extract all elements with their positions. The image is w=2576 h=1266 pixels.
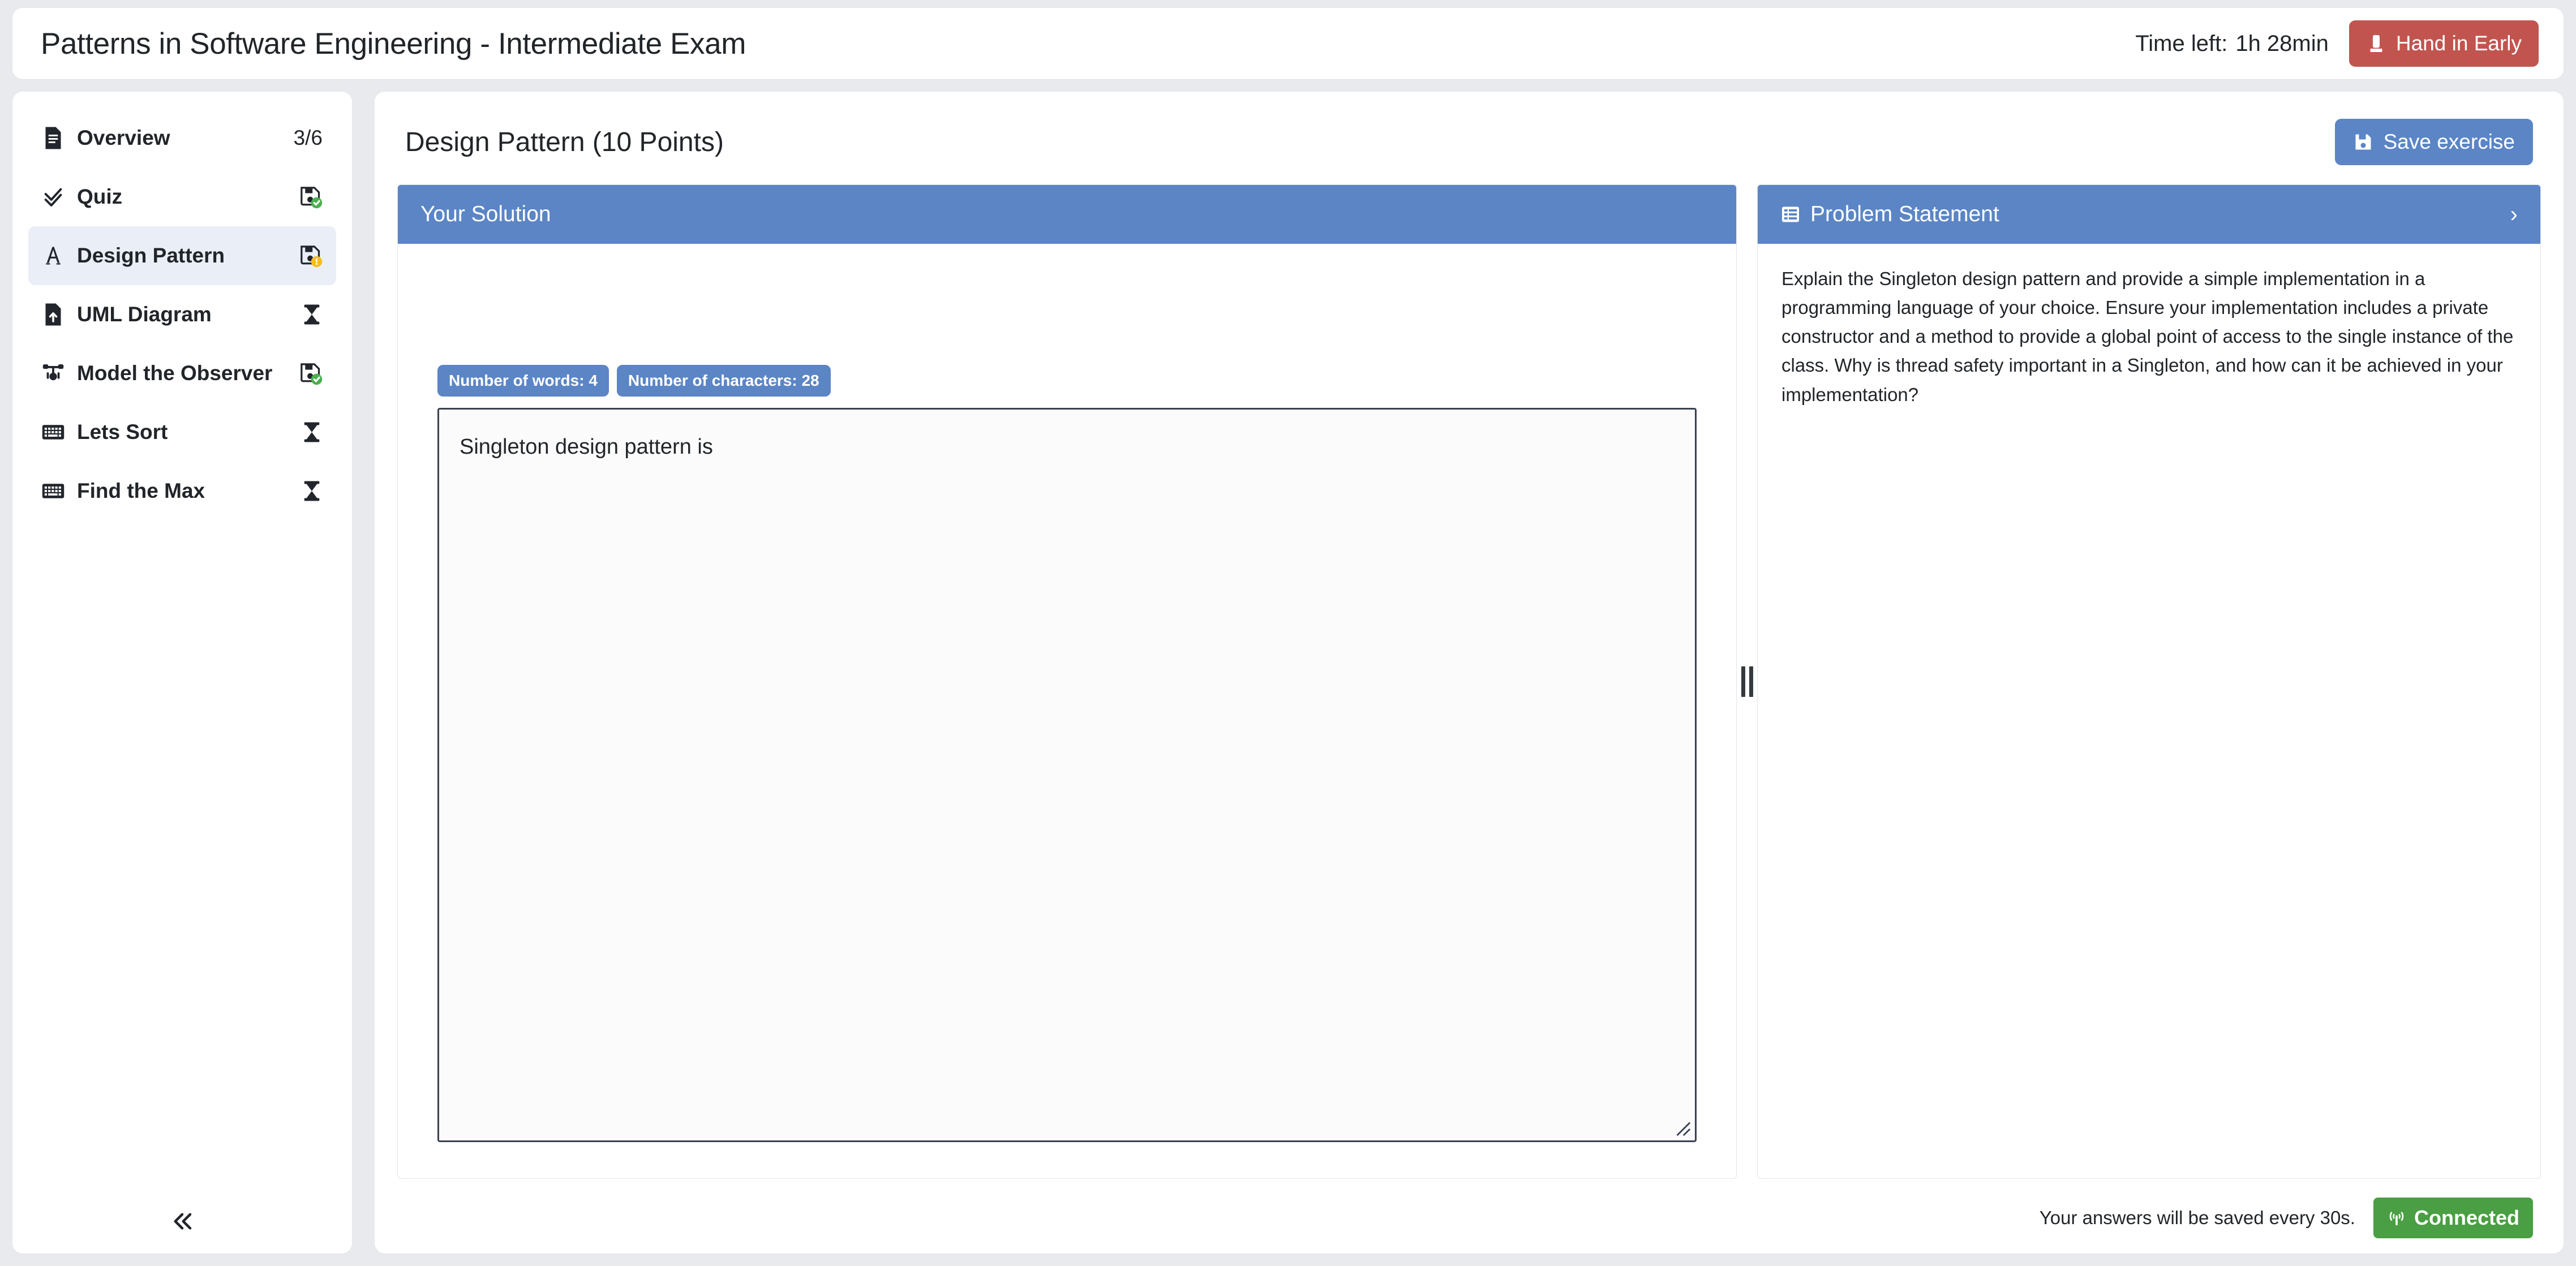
problem-statement-text: Explain the Singleton design pattern and… — [1781, 268, 2514, 405]
answer-textarea-wrapper — [437, 408, 1697, 1142]
your-solution-panel-body: Number of words: 4 Number of characters:… — [398, 244, 1736, 1178]
answer-textarea[interactable] — [437, 408, 1697, 1142]
autosave-note: Your answers will be saved every 30s. — [2039, 1207, 2355, 1228]
sidebar-item-overview[interactable]: Overview 3/6 — [28, 109, 336, 167]
file-upload-icon — [41, 302, 66, 327]
sidebar-item-model-the-observer[interactable]: Model the Observer — [28, 344, 336, 403]
sidebar-item-lets-sort[interactable]: Lets Sort — [28, 403, 336, 462]
sidebar-collapse-button[interactable] — [160, 1202, 205, 1241]
exercise-header: Design Pattern (10 Points) Save exercise — [397, 111, 2541, 184]
problem-statement-panel: Problem Statement › Explain the Singleto… — [1757, 184, 2541, 1179]
header-right-group: Time left: 1h 28min Hand in Early — [2135, 20, 2539, 67]
time-left-label: Time left: — [2135, 31, 2228, 56]
page-title: Patterns in Software Engineering - Inter… — [41, 27, 746, 61]
model-observer-save-status-icon — [293, 361, 323, 385]
problem-statement-panel-header: Problem Statement › — [1758, 185, 2540, 244]
connection-status-label: Connected — [2414, 1206, 2519, 1229]
solution-toolbar-spacer — [437, 244, 1697, 365]
solution-stats-badges: Number of words: 4 Number of characters:… — [437, 365, 1697, 408]
your-solution-panel-header: Your Solution — [398, 185, 1736, 244]
your-solution-panel: Your Solution Number of words: 4 Number … — [397, 184, 1737, 1179]
overview-count-text: 3/6 — [293, 126, 323, 149]
sidebar-item-label: UML Diagram — [77, 303, 212, 326]
quiz-save-status-icon — [293, 185, 323, 209]
time-left-value: 1h 28min — [2235, 31, 2329, 56]
app-root: Patterns in Software Engineering - Inter… — [0, 0, 2576, 1266]
double-check-icon — [41, 184, 66, 209]
sidebar-item-uml-diagram[interactable]: UML Diagram — [28, 285, 336, 344]
body-row: Overview 3/6 Quiz Design Pattern UML Dia… — [12, 92, 2564, 1266]
character-count-badge: Number of characters: 28 — [616, 365, 831, 397]
find-the-max-pending-icon — [293, 480, 323, 502]
sidebar-item-design-pattern[interactable]: Design Pattern — [28, 226, 336, 285]
sidebar: Overview 3/6 Quiz Design Pattern UML Dia… — [12, 92, 352, 1254]
overview-progress-count: 3/6 — [293, 126, 323, 150]
sidebar-item-label: Quiz — [77, 185, 123, 208]
drag-handle-icon — [1741, 666, 1753, 697]
list-icon — [1780, 204, 1801, 225]
save-icon — [2353, 132, 2373, 152]
sidebar-item-label: Model the Observer — [77, 361, 273, 385]
panels-container: Your Solution Number of words: 4 Number … — [397, 184, 2541, 1182]
app-header: Patterns in Software Engineering - Inter… — [12, 8, 2564, 79]
keyboard-icon — [41, 420, 66, 445]
save-exercise-label: Save exercise — [2383, 130, 2515, 153]
hand-in-label: Hand in Early — [2395, 32, 2522, 55]
broadcast-icon — [2387, 1208, 2406, 1228]
hand-in-early-button[interactable]: Hand in Early — [2349, 20, 2539, 67]
hand-in-icon — [2366, 33, 2386, 54]
sidebar-item-quiz[interactable]: Quiz — [28, 167, 336, 226]
sidebar-item-label: Design Pattern — [77, 244, 225, 267]
sidebar-item-label: Find the Max — [77, 479, 205, 502]
word-count-badge: Number of words: 4 — [437, 365, 609, 397]
sidebar-item-label: Overview — [77, 126, 170, 149]
sidebar-item-label: Lets Sort — [77, 420, 168, 443]
time-left: Time left: 1h 28min — [2135, 31, 2329, 57]
uml-diagram-pending-icon — [293, 303, 323, 326]
connection-status-badge[interactable]: Connected — [2373, 1198, 2533, 1238]
chevron-double-left-icon — [174, 1213, 192, 1230]
chevron-right-icon[interactable]: › — [2510, 203, 2518, 226]
main-content-card: Design Pattern (10 Points) Save exercise — [375, 92, 2564, 1254]
lets-sort-pending-icon — [293, 421, 323, 443]
problem-statement-title: Problem Statement — [1810, 202, 1999, 226]
sidebar-nav: Overview 3/6 Quiz Design Pattern UML Dia… — [28, 109, 336, 520]
graph-node-icon — [41, 361, 66, 386]
exercise-title: Design Pattern (10 Points) — [405, 127, 724, 157]
design-pattern-save-status-icon — [293, 244, 323, 268]
save-exercise-button[interactable]: Save exercise — [2334, 119, 2533, 165]
solution-editor-area: Number of words: 4 Number of characters:… — [398, 244, 1736, 1178]
your-solution-title: Your Solution — [420, 202, 551, 226]
main-footer: Your answers will be saved every 30s. Co… — [397, 1182, 2541, 1254]
sidebar-item-find-the-max[interactable]: Find the Max — [28, 462, 336, 520]
panel-resize-handle[interactable] — [1737, 184, 1757, 1179]
text-a-icon — [41, 243, 66, 268]
keyboard-icon — [41, 479, 66, 503]
problem-statement-panel-body: Explain the Singleton design pattern and… — [1758, 244, 2540, 1178]
document-icon — [41, 126, 66, 150]
